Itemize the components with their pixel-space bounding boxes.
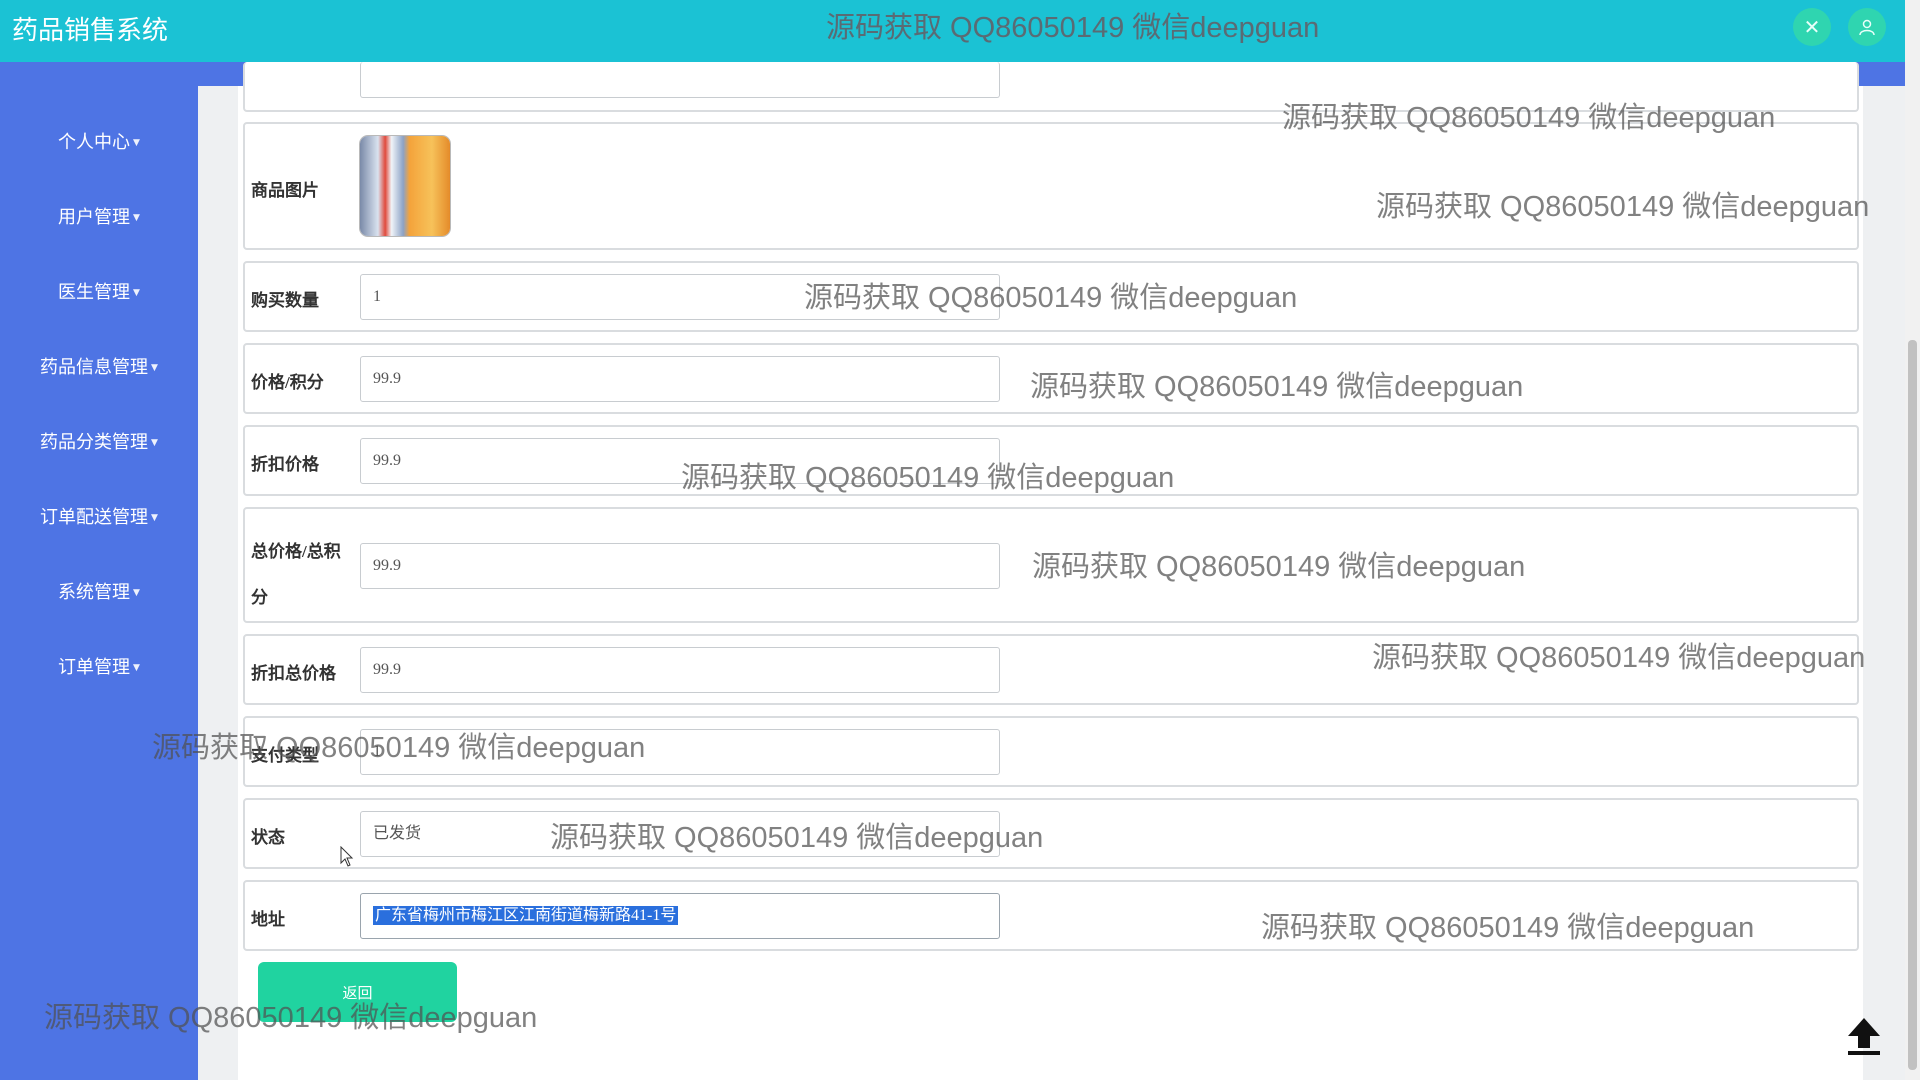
sidebar-item-order-delivery[interactable]: 订单配送管理 ▼ [0,503,198,529]
price-label: 价格/积分 [251,373,324,392]
sidebar-item-personal-center[interactable]: 个人中心 ▼ [0,128,198,154]
address-field[interactable]: 广东省梅州市梅江区江南街道梅新路41-1号 [360,893,1000,939]
quantity-field[interactable]: 1 [360,274,1000,320]
form-row-product-image: 商品图片 [243,122,1859,250]
page-scrollbar[interactable] [1905,0,1920,1080]
product-image-label: 商品图片 [251,181,319,200]
sidebar-item-label: 药品分类管理 [40,432,149,453]
sidebar-item-doctors[interactable]: 医生管理 ▼ [0,278,198,304]
chevron-down-icon: ▼ [151,438,158,448]
app-title: 药品销售系统 [12,16,169,46]
chevron-down-icon: ▼ [151,363,158,373]
address-selected-text: 广东省梅州市梅江区江南街道梅新路41-1号 [373,906,679,925]
form-row-status: 状态 已发货 [243,798,1859,869]
price-field[interactable]: 99.9 [360,356,1000,402]
address-label: 地址 [251,910,285,929]
scroll-to-top-icon[interactable] [1846,1016,1882,1056]
total-price-field[interactable]: 99.9 [360,543,1000,589]
form-row-quantity: 购买数量 1 [243,261,1859,332]
discount-total-label: 折扣总价格 [251,664,336,683]
top-header: 药品销售系统 源码获取 QQ86050149 微信deepguan ✕ [0,0,1905,62]
pay-type-label: 支付类型 [251,746,319,765]
partial-field[interactable] [360,62,1000,98]
watermark-text: 源码获取 QQ86050149 微信deepguan [826,12,1320,44]
sidebar-item-medicine-category[interactable]: 药品分类管理 ▼ [0,428,198,454]
chevron-down-icon: ▼ [133,588,140,598]
sidebar-item-label: 医生管理 [58,282,131,303]
close-icon[interactable]: ✕ [1793,8,1831,46]
back-button[interactable]: 返回 [258,962,457,1022]
total-price-label: 总价格/总积 分 [251,529,341,621]
chevron-down-icon: ▼ [133,213,140,223]
sidebar-item-system[interactable]: 系统管理 ▼ [0,578,198,604]
quantity-label: 购买数量 [251,291,319,310]
sidebar-item-label: 订单配送管理 [40,507,149,528]
sidebar-item-label: 药品信息管理 [40,357,149,378]
total-price-label-line1: 总价格/总积 [251,542,341,561]
chevron-down-icon: ▼ [133,663,140,673]
sidebar: 个人中心 ▼ 用户管理 ▼ 医生管理 ▼ 药品信息管理 ▼ 药品分类管理 ▼ 订单配送管理… [0,86,198,1080]
sidebar-item-orders[interactable]: 订单管理 ▼ [0,653,198,679]
discount-price-label: 折扣价格 [251,455,319,474]
product-image [360,136,450,236]
discount-price-field[interactable]: 99.9 [360,438,1000,484]
total-price-label-line2: 分 [251,588,268,607]
status-field[interactable]: 已发货 [360,811,1000,857]
scrollbar-thumb[interactable] [1908,340,1917,1070]
form-row-discount-total: 折扣总价格 99.9 [243,634,1859,705]
form-row-discount-price: 折扣价格 99.9 [243,425,1859,496]
form-row-partial [243,62,1859,112]
chevron-down-icon: ▼ [133,138,140,148]
sidebar-item-label: 订单管理 [58,657,131,678]
sidebar-item-medicine-info[interactable]: 药品信息管理 ▼ [0,353,198,379]
mouse-cursor-icon [340,846,354,867]
sidebar-item-label: 系统管理 [58,582,131,603]
chevron-down-icon: ▼ [151,513,158,523]
form-row-pay-type: 支付类型 1 [243,716,1859,787]
pay-type-field[interactable]: 1 [360,729,1000,775]
sidebar-item-label: 个人中心 [58,132,131,153]
user-icon[interactable] [1848,8,1886,46]
sidebar-item-users[interactable]: 用户管理 ▼ [0,203,198,229]
sidebar-item-label: 用户管理 [58,207,131,228]
discount-total-field[interactable]: 99.9 [360,647,1000,693]
form-row-total-price: 总价格/总积 分 99.9 [243,507,1859,623]
chevron-down-icon: ▼ [133,288,140,298]
form-row-address: 地址 广东省梅州市梅江区江南街道梅新路41-1号 [243,880,1859,951]
form-row-price: 价格/积分 99.9 [243,343,1859,414]
status-label: 状态 [251,828,285,847]
